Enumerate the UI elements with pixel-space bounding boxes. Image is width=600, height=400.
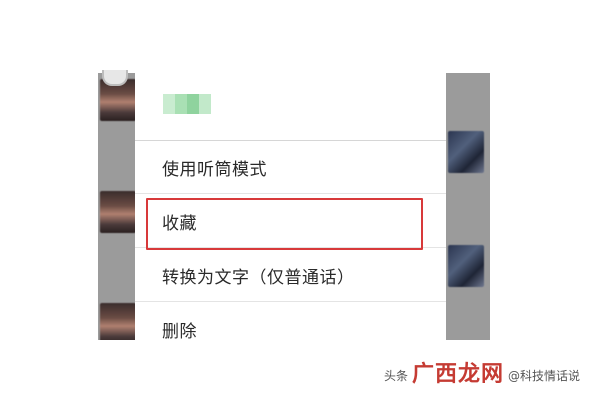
watermark-source: 头条 [383,369,408,383]
headset-icon [102,70,128,86]
menu-item-label: 删除 [162,322,197,340]
avatar [100,303,136,340]
pixelated-name-icon [163,94,211,114]
screenshot-stage: 使用听筒模式 收藏 转换为文字（仅普通话） 删除 头条 广西龙网 @科技情话说 [0,0,600,400]
menu-item-earpiece-mode[interactable]: 使用听筒模式 [135,141,446,194]
avatar [448,131,484,173]
watermark: 头条 广西龙网 @科技情话说 [384,356,580,388]
highlight-annotation [146,198,423,250]
menu-item-convert-to-text[interactable]: 转换为文字（仅普通话） [135,249,446,302]
watermark-author: @科技情话说 [507,369,580,383]
menu-item-delete[interactable]: 删除 [135,303,446,340]
menu-item-label: 转换为文字（仅普通话） [162,267,355,288]
watermark-brand: 广西龙网 [411,362,504,387]
menu-item-label: 使用听筒模式 [162,159,267,180]
avatar [100,191,136,233]
menu-header [135,73,446,141]
avatar [448,245,484,287]
